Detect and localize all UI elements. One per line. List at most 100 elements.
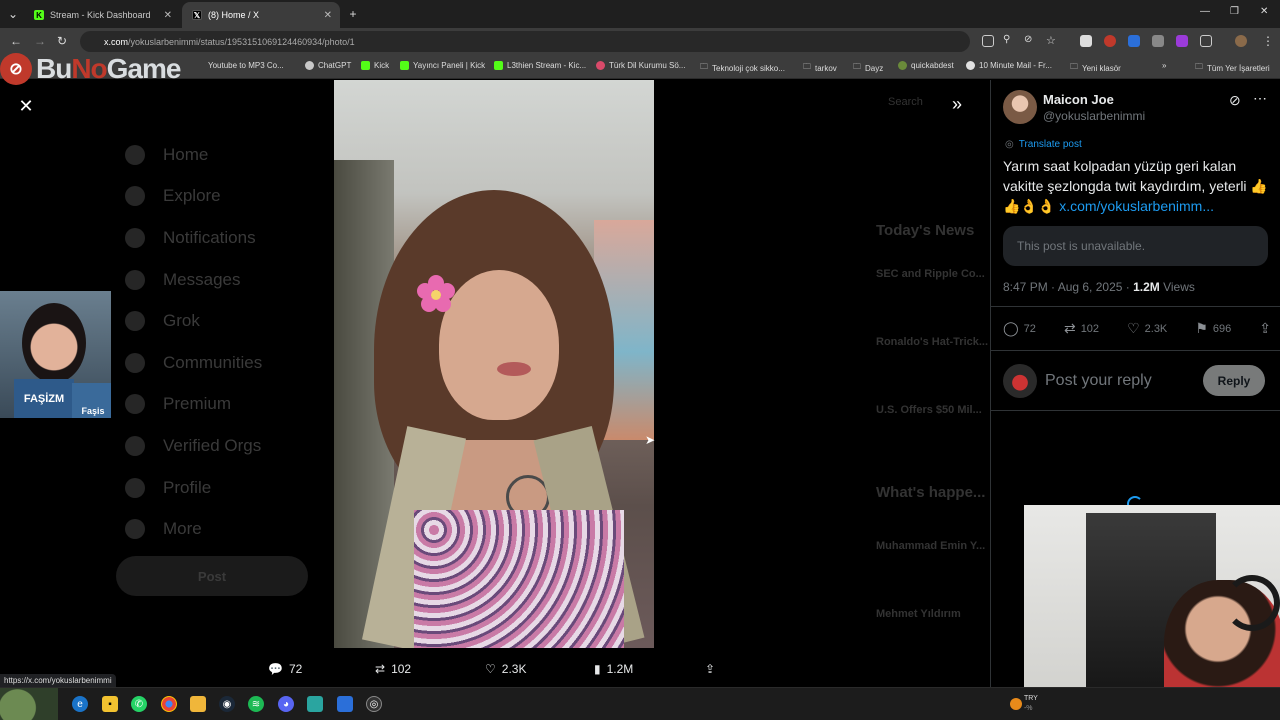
- webcam-book-title-2: Faşis: [72, 383, 111, 418]
- author-handle[interactable]: @yokuslarbenimmi: [1043, 109, 1145, 123]
- close-viewer-button[interactable]: ✕: [16, 96, 36, 116]
- puzzle-icon[interactable]: [1200, 35, 1212, 47]
- bookmark-button[interactable]: ⚑ 696: [1195, 320, 1231, 337]
- repost-button[interactable]: ⇄ 102: [1064, 320, 1099, 337]
- extension-icon[interactable]: [1104, 35, 1116, 47]
- background-post-button: Post: [116, 556, 308, 596]
- star-icon[interactable]: ☆: [1046, 34, 1056, 47]
- chrome-icon[interactable]: [161, 696, 177, 712]
- bookmark-item[interactable]: 10 Minute Mail - Fr...: [966, 61, 1052, 70]
- photo-dress: [414, 510, 624, 648]
- bookmark-item[interactable]: Türk Dil Kurumu Sö...: [596, 61, 685, 70]
- logo-accent: No: [71, 53, 107, 84]
- heart-icon: ♡: [1127, 320, 1140, 336]
- double-chevron-right-icon: »: [952, 94, 963, 114]
- reply-submit-button[interactable]: Reply: [1203, 365, 1265, 396]
- reply-input[interactable]: Post your reply: [1045, 372, 1152, 390]
- app-icon[interactable]: [307, 696, 323, 712]
- tab-kick-dashboard[interactable]: K Stream - Kick Dashboard ✕: [24, 2, 180, 28]
- window-close-icon[interactable]: ✕: [1260, 6, 1268, 17]
- bookmark-folder[interactable]: 🗀 Yeni klasör: [1070, 61, 1121, 75]
- like-action[interactable]: ♡ 2.3K: [485, 662, 526, 676]
- bookmark-folder[interactable]: 🗀 Tüm Yer İşaretleri: [1195, 61, 1270, 75]
- repost-action[interactable]: ⇄ 102: [375, 662, 411, 676]
- extension-icon[interactable]: [1080, 35, 1092, 47]
- nav-label: Communities: [163, 352, 263, 372]
- discord-icon[interactable]: ◕: [278, 696, 294, 712]
- nav-notifications: Notifications: [125, 217, 262, 259]
- divider: [991, 410, 1280, 411]
- bookmark-item[interactable]: ChatGPT: [305, 61, 351, 70]
- app-icon[interactable]: [337, 696, 353, 712]
- collapse-panel-button[interactable]: »: [952, 94, 962, 115]
- eye-off-icon[interactable]: ⊘: [1024, 34, 1032, 45]
- back-arrow-icon[interactable]: ←: [10, 34, 22, 48]
- nav-label: Verified Orgs: [163, 435, 262, 455]
- translate-post-link[interactable]: ◎ Translate post: [1005, 139, 1082, 150]
- bookmark-folder[interactable]: 🗀 tarkov: [803, 61, 837, 75]
- tab-title: (8) Home / X: [208, 10, 260, 20]
- url-bar[interactable]: x.com/yokuslarbenimmi/status/19531510691…: [80, 31, 970, 52]
- divider: [991, 306, 1280, 307]
- quickabdest-icon: [898, 61, 907, 70]
- zoom-icon[interactable]: ⚲: [1003, 34, 1010, 45]
- post-stats: ◯ 72 ⇄ 102 ♡ 2.3K ⚑ 696 ⇪: [1003, 320, 1271, 337]
- nav-label: Grok: [163, 311, 200, 331]
- bookmark-item[interactable]: Yayıncı Paneli | Kick: [400, 61, 485, 70]
- like-count: 2.3K: [1144, 322, 1168, 335]
- tab-close-icon[interactable]: ✕: [164, 10, 172, 21]
- bookmark-item[interactable]: Youtube to MP3 Co...: [208, 61, 284, 70]
- post-timestamp[interactable]: 8:47 PM · Aug 6, 2025 ·: [1003, 280, 1133, 294]
- flower-sticker: [417, 275, 455, 312]
- bookmark-item[interactable]: L3thien Stream - Kic...: [494, 61, 586, 70]
- views-action[interactable]: ▮ 1.2M: [594, 662, 633, 676]
- sticky-notes-icon[interactable]: ▪: [102, 696, 118, 712]
- taskbar-widget-thumbnail[interactable]: [0, 688, 58, 720]
- bookmarks-overflow-icon[interactable]: »: [1162, 61, 1166, 70]
- nav-profile: Profile: [125, 467, 262, 509]
- folder-icon: 🗀: [700, 62, 708, 71]
- extension-icon[interactable]: [1176, 35, 1188, 47]
- reply-action[interactable]: 💬 72: [268, 662, 302, 676]
- tray-currency-change: -%: [1023, 705, 1033, 712]
- post-photo[interactable]: [334, 80, 654, 648]
- edge-icon[interactable]: e: [72, 696, 88, 712]
- file-explorer-icon[interactable]: [190, 696, 206, 712]
- system-tray[interactable]: TRY -%: [1010, 694, 1038, 714]
- share-action[interactable]: ⇪: [705, 662, 715, 676]
- bookmark-folder[interactable]: 🗀 Dayz: [853, 61, 883, 75]
- extension-icon[interactable]: [1128, 35, 1140, 47]
- share-button[interactable]: ⇪: [1259, 320, 1271, 337]
- like-button[interactable]: ♡ 2.3K: [1127, 320, 1167, 337]
- home-icon: [125, 144, 145, 165]
- grok-icon[interactable]: ⊘: [1229, 92, 1241, 109]
- restore-icon[interactable]: ❐: [1230, 6, 1239, 17]
- obs-icon[interactable]: ◎: [366, 696, 382, 712]
- menu-dots-icon[interactable]: ⋮: [1262, 34, 1274, 48]
- steam-icon[interactable]: ◉: [219, 696, 235, 712]
- webcam-person: [22, 303, 86, 383]
- author-avatar[interactable]: [1003, 90, 1037, 124]
- forward-arrow-icon[interactable]: →: [34, 34, 46, 48]
- browser-tab-bar: ⌄ K Stream - Kick Dashboard ✕ 𝕏 (8) Home…: [0, 0, 1280, 28]
- minimize-icon[interactable]: —: [1200, 6, 1210, 17]
- cast-icon[interactable]: [982, 35, 994, 47]
- post-link[interactable]: x.com/yokuslarbenimm...: [1059, 198, 1214, 214]
- tab-search-icon[interactable]: ⌄: [4, 5, 22, 23]
- author-display-name[interactable]: Maicon Joe: [1043, 92, 1114, 107]
- extension-icon[interactable]: [1152, 35, 1164, 47]
- more-options-icon[interactable]: ⋯: [1253, 90, 1267, 107]
- reply-button[interactable]: ◯ 72: [1003, 320, 1036, 337]
- bookmark-item[interactable]: Kick: [361, 61, 389, 70]
- bookmark-label: Dayz: [865, 63, 884, 73]
- bookmark-item[interactable]: quickabdest: [898, 61, 954, 70]
- new-tab-plus-icon[interactable]: +: [344, 5, 362, 23]
- tab-x-home[interactable]: 𝕏 (8) Home / X ✕: [182, 2, 340, 28]
- spotify-icon[interactable]: ≋: [248, 696, 264, 712]
- bookmark-folder[interactable]: 🗀 Teknoloji çok sikko...: [700, 61, 785, 75]
- browser-toolbar: ← → ↻ x.com/yokuslarbenimmi/status/19531…: [0, 28, 1280, 55]
- profile-avatar[interactable]: [1235, 35, 1247, 47]
- whatsapp-icon[interactable]: ✆: [131, 696, 147, 712]
- tab-close-icon[interactable]: ✕: [324, 10, 332, 21]
- reload-icon[interactable]: ↻: [57, 34, 67, 48]
